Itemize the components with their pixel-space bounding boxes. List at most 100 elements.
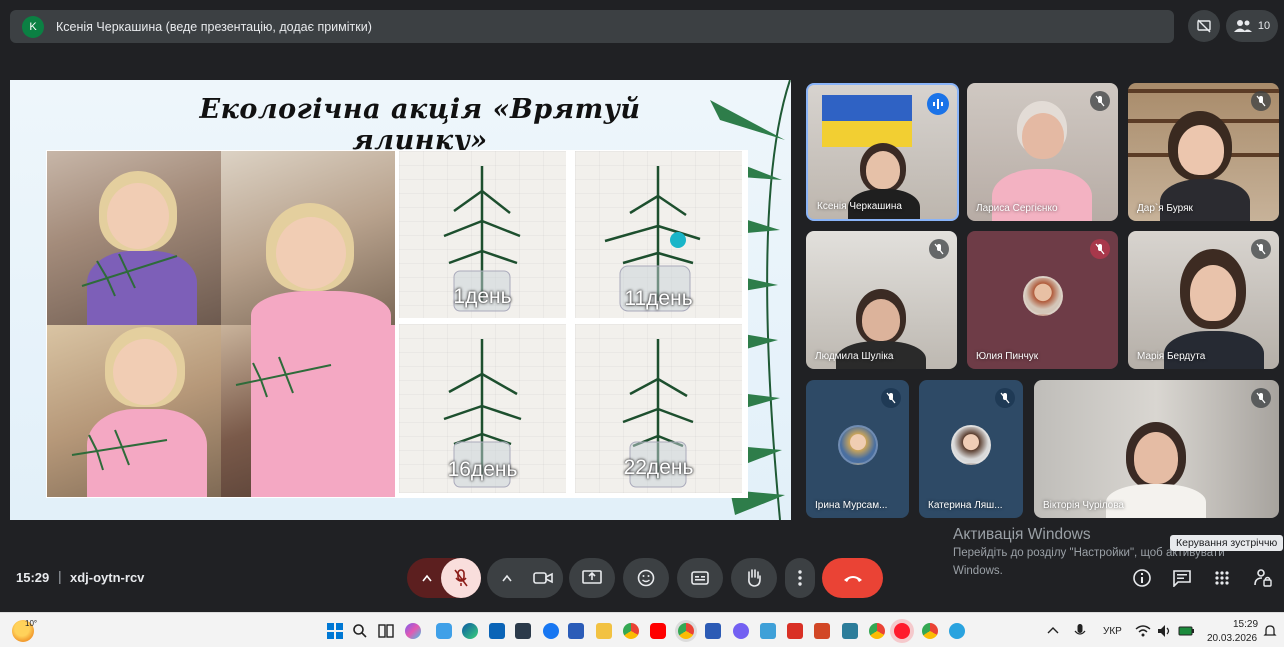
outlook-icon[interactable] bbox=[489, 623, 505, 639]
task-view-icon[interactable] bbox=[378, 623, 394, 639]
taskbar-time[interactable]: 15:29 bbox=[1233, 619, 1258, 630]
participant-count: 10 bbox=[1257, 20, 1271, 32]
document-icon[interactable] bbox=[842, 623, 858, 639]
muted-indicator bbox=[1090, 91, 1110, 111]
mic-off-icon bbox=[454, 569, 468, 587]
hang-up-icon bbox=[843, 576, 862, 582]
taskbar-date[interactable]: 20.03.2026 bbox=[1207, 633, 1257, 644]
participant-tile[interactable]: Марія Бердута bbox=[1128, 231, 1279, 369]
muted-indicator bbox=[1251, 388, 1271, 408]
kid-photo-1 bbox=[47, 151, 221, 325]
host-controls-button[interactable] bbox=[1250, 565, 1276, 591]
search-icon[interactable] bbox=[352, 623, 368, 639]
more-options-button[interactable] bbox=[785, 558, 815, 598]
widgets-icon[interactable] bbox=[436, 623, 452, 639]
kid-photo-2 bbox=[221, 151, 395, 325]
photos-icon[interactable] bbox=[760, 623, 776, 639]
pdf-icon[interactable] bbox=[787, 623, 803, 639]
battery-icon[interactable] bbox=[1178, 623, 1194, 639]
chevron-up-icon bbox=[422, 574, 432, 582]
participant-tile[interactable]: Юлия Пинчук bbox=[967, 231, 1118, 369]
present-screen-button[interactable] bbox=[569, 558, 615, 598]
participant-tile[interactable]: Лариса Сергієнко bbox=[967, 83, 1118, 221]
presentation-off-icon bbox=[1197, 19, 1211, 33]
copilot-icon[interactable] bbox=[405, 623, 421, 639]
slide-title: Екологічна акція «Врятуй ялинку» bbox=[199, 94, 641, 156]
participant-tile[interactable]: Вікторія Чурілова bbox=[1034, 380, 1279, 518]
file-explorer-icon[interactable] bbox=[596, 623, 612, 639]
opera-icon[interactable] bbox=[894, 623, 910, 639]
closed-captions-icon bbox=[691, 571, 709, 585]
mic-off-icon bbox=[1256, 243, 1266, 255]
microphone-icon[interactable] bbox=[1072, 623, 1088, 639]
windows-taskbar: 10° УКР 15:29 20.03.2026 bbox=[0, 612, 1284, 647]
activities-button[interactable] bbox=[1209, 565, 1235, 591]
branch-photo-day11: 11день bbox=[575, 151, 742, 318]
facebook-icon[interactable] bbox=[543, 623, 559, 639]
meeting-controls-tooltip: Керування зустріччю bbox=[1170, 535, 1284, 551]
presenter-avatar: K bbox=[22, 15, 44, 38]
windows-start-icon[interactable] bbox=[327, 623, 343, 639]
laser-pointer bbox=[670, 232, 686, 248]
chrome-profile-icon[interactable] bbox=[869, 623, 885, 639]
video-camera-icon bbox=[533, 572, 553, 584]
chrome-icon[interactable] bbox=[623, 623, 639, 639]
participant-tile[interactable]: Людмила Шуліка bbox=[806, 231, 957, 369]
wifi-icon[interactable] bbox=[1135, 623, 1151, 639]
presenter-text: Ксенія Черкашина (веде презентацію, дода… bbox=[56, 19, 372, 34]
video-options-button[interactable] bbox=[493, 562, 521, 594]
chat-button[interactable] bbox=[1169, 565, 1195, 591]
branch-photo-day22: 22день bbox=[575, 324, 742, 493]
stop-presenting-button[interactable] bbox=[1188, 10, 1220, 42]
info-icon bbox=[1133, 569, 1151, 587]
meeting-code: xdj-oytn-rcv bbox=[70, 570, 145, 585]
lock-person-icon bbox=[1254, 569, 1272, 587]
audio-options-button[interactable] bbox=[411, 562, 443, 594]
presenter-banner: K Ксенія Черкашина (веде презентацію, до… bbox=[10, 10, 1174, 43]
store-icon[interactable] bbox=[515, 623, 531, 639]
weather-temp: 10° bbox=[25, 619, 38, 628]
participant-avatar bbox=[951, 425, 991, 465]
mic-off-icon bbox=[934, 243, 944, 255]
viber-icon[interactable] bbox=[733, 623, 749, 639]
participant-name: Катерина Ляш... bbox=[928, 500, 1003, 511]
separator: | bbox=[58, 568, 62, 584]
participant-tile[interactable]: Ксенія Черкашина bbox=[806, 83, 959, 221]
participant-avatar bbox=[1022, 276, 1063, 316]
chrome-second-icon[interactable] bbox=[922, 623, 938, 639]
people-icon bbox=[1233, 20, 1252, 32]
notification-icon[interactable] bbox=[1262, 623, 1278, 639]
camera-control-group bbox=[487, 558, 563, 598]
powerpoint-icon[interactable] bbox=[814, 623, 830, 639]
meeting-details-button[interactable] bbox=[1129, 565, 1155, 591]
participants-button[interactable]: 10 bbox=[1226, 10, 1278, 42]
participant-tile[interactable]: Дар`я Буряк bbox=[1128, 83, 1279, 221]
branch-photo-day16: 16день bbox=[399, 324, 566, 493]
presentation-slide: Екологічна акція «Врятуй ялинку» 1день 1… bbox=[10, 80, 791, 520]
participant-name: Марія Бердута bbox=[1137, 351, 1206, 362]
meeting-clock: 15:29 bbox=[16, 570, 50, 585]
day-label-22: 22день bbox=[623, 456, 694, 479]
mic-toggle-button[interactable] bbox=[441, 558, 481, 598]
participant-name: Вікторія Чурілова bbox=[1043, 500, 1124, 511]
volume-icon[interactable] bbox=[1156, 623, 1172, 639]
participant-tile[interactable]: Катерина Ляш... bbox=[919, 380, 1023, 518]
youtube-icon[interactable] bbox=[650, 623, 666, 639]
telegram-icon[interactable] bbox=[949, 623, 965, 639]
day-label-1: 1день bbox=[453, 285, 512, 308]
camera-toggle-button[interactable] bbox=[523, 558, 563, 598]
leave-call-button[interactable] bbox=[822, 558, 883, 598]
participant-tile[interactable]: Ірина Мурсам... bbox=[806, 380, 909, 518]
edge-icon[interactable] bbox=[462, 623, 478, 639]
raise-hand-button[interactable] bbox=[731, 558, 777, 598]
emoji-reactions-button[interactable] bbox=[623, 558, 669, 598]
muted-indicator bbox=[1090, 239, 1110, 259]
emoji-icon bbox=[637, 569, 655, 587]
save-disk-icon[interactable] bbox=[705, 623, 721, 639]
participant-name: Лариса Сергієнко bbox=[976, 203, 1058, 214]
chevron-up-icon[interactable] bbox=[1045, 623, 1061, 639]
captions-button[interactable] bbox=[677, 558, 723, 598]
word-icon[interactable] bbox=[568, 623, 584, 639]
chrome-active-icon[interactable] bbox=[678, 623, 694, 639]
language-indicator[interactable]: УКР bbox=[1103, 626, 1122, 637]
